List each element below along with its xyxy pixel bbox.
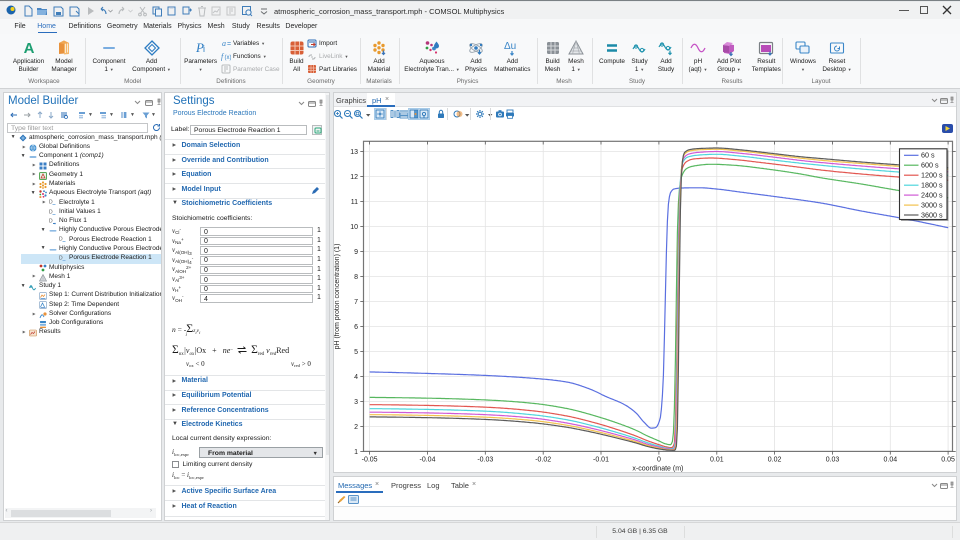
svg-text:2: 2 [354, 424, 358, 431]
svg-text:-0.05: -0.05 [362, 457, 378, 464]
svg-text:D: D [59, 256, 63, 262]
svg-text:8: 8 [354, 274, 358, 281]
svg-text:13: 13 [350, 149, 358, 156]
svg-text:0.01: 0.01 [710, 457, 724, 464]
svg-text:10: 10 [350, 224, 358, 231]
svg-text:0.04: 0.04 [883, 457, 897, 464]
svg-text:pH (from proton concentration): pH (from proton concentration) (1) [334, 244, 341, 350]
svg-text:5: 5 [354, 349, 358, 356]
svg-text:0.05: 0.05 [941, 457, 955, 464]
svg-text:7: 7 [354, 299, 358, 306]
svg-text:3: 3 [354, 399, 358, 406]
svg-text:-0.04: -0.04 [420, 457, 436, 464]
svg-text:-0.03: -0.03 [477, 457, 493, 464]
svg-text:2400 s: 2400 s [921, 191, 943, 200]
svg-text:-0.02: -0.02 [535, 457, 551, 464]
svg-text:1800 s: 1800 s [921, 181, 943, 190]
svg-text:3000 s: 3000 s [921, 201, 943, 210]
svg-text:D: D [49, 209, 53, 215]
svg-text:(x): (x) [225, 55, 232, 61]
svg-text:12: 12 [350, 174, 358, 181]
svg-text:Δu: Δu [504, 41, 516, 52]
svg-text:0: 0 [657, 457, 661, 464]
svg-text:1: 1 [354, 449, 358, 456]
svg-text:x-coordinate (m): x-coordinate (m) [632, 466, 683, 473]
svg-text:a: a [222, 39, 226, 48]
svg-text:D: D [49, 200, 53, 206]
svg-text:D: D [59, 237, 63, 243]
svg-text:0.03: 0.03 [826, 457, 840, 464]
svg-text:0.02: 0.02 [768, 457, 782, 464]
svg-text:i: i [203, 44, 205, 54]
svg-text:9: 9 [354, 249, 358, 256]
svg-text:6: 6 [354, 324, 358, 331]
svg-text:1200 s: 1200 s [921, 171, 943, 180]
svg-text:-0.01: -0.01 [593, 457, 609, 464]
svg-text:A: A [23, 40, 34, 57]
svg-text:=: = [227, 41, 231, 48]
svg-text:600 s: 600 s [921, 161, 939, 170]
svg-text:4: 4 [354, 374, 358, 381]
svg-text:60 s: 60 s [921, 151, 935, 160]
svg-text:3600 s: 3600 s [921, 210, 943, 219]
svg-text:11: 11 [351, 199, 358, 206]
svg-text:D: D [49, 218, 53, 224]
